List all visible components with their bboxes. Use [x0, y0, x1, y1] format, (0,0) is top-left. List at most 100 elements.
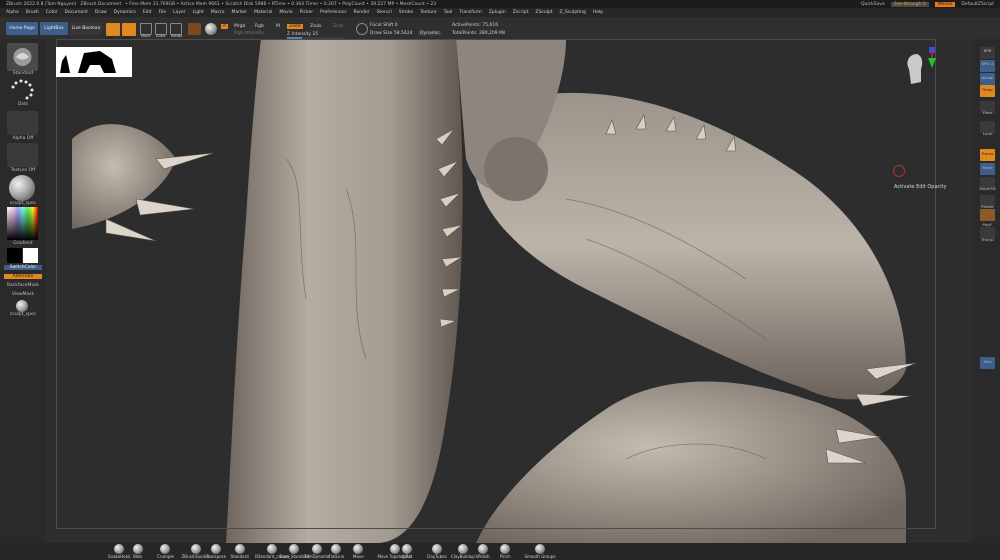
polyf-button[interactable]	[980, 209, 995, 221]
brush-slot[interactable]: SnakeHook	[108, 543, 130, 559]
brush-label: ClayTubes	[426, 554, 447, 559]
brush-label: Crumple	[157, 554, 174, 559]
main-color-swatch[interactable]	[7, 248, 22, 263]
rgb-toggle[interactable]: Rgb	[255, 24, 264, 29]
brush-slot[interactable]: TrimDynamic	[304, 543, 330, 559]
persp-label: Persp	[982, 87, 993, 92]
menu-dynamics[interactable]: Dynamics	[114, 10, 136, 15]
zsub-toggle[interactable]: Zsub	[310, 24, 321, 29]
zoom3d-label: Zoom3D	[979, 186, 996, 191]
menu-transform[interactable]: Transform	[459, 10, 481, 15]
texture-thumbnail[interactable]	[7, 143, 38, 167]
brush-name: Standard	[12, 71, 34, 76]
canvas-viewport[interactable]: Activate Edit Opacity	[46, 39, 973, 543]
live-boolean-button[interactable]: Live Boolean	[70, 22, 102, 35]
menu-stroke[interactable]: Stroke	[399, 10, 413, 15]
edit-button[interactable]	[106, 23, 120, 36]
reference-thumbnail	[56, 47, 132, 77]
memory-stats: • Free Mem 31.769GB • Active Mem 9661 • …	[125, 1, 437, 7]
draw-button[interactable]	[122, 23, 136, 36]
menu-picker[interactable]: Picker	[300, 10, 313, 15]
material-swatch[interactable]	[188, 23, 201, 35]
brush-slot[interactable]: ClayTubes	[427, 543, 447, 559]
default-zscript[interactable]: DefaultZScript	[961, 2, 994, 7]
a-toggle[interactable]: A	[221, 24, 229, 29]
brush-slot[interactable]: Inflat	[402, 543, 412, 559]
alpha-thumbnail[interactable]	[7, 111, 38, 135]
menu-stencil[interactable]: Stencil	[377, 10, 392, 15]
brush-slot[interactable]: Pinch	[500, 543, 511, 559]
brush-slot[interactable]: Move	[353, 543, 364, 559]
brush-slot[interactable]: Transpose	[206, 543, 226, 559]
alternate-button[interactable]: Alternate	[4, 274, 42, 279]
menu-z-sculpting[interactable]: Z_Sculpting	[560, 10, 586, 15]
m-toggle[interactable]: M	[276, 24, 280, 29]
bpr-label: BPR	[983, 48, 992, 53]
color-picker[interactable]	[7, 207, 38, 240]
stroke-thumbnail[interactable]	[7, 77, 38, 105]
activate-edit-opacity-label: Activate Edit Opacity	[894, 184, 947, 190]
menu-bar: Alpha Brush Color Document Draw Dynamics Edit F…	[0, 8, 1000, 17]
menu-brush[interactable]: Brush	[26, 10, 39, 15]
menu-document[interactable]: Document	[65, 10, 88, 15]
dynamic-button[interactable]: Dynamic	[418, 31, 442, 36]
menus-toggle[interactable]: Menus	[934, 1, 956, 7]
zcut-toggle[interactable]: Zcut	[333, 24, 343, 29]
brush-shelf: SnakeHook Blob Crumple ZBrushGuides Transpos…	[0, 543, 1000, 560]
menu-macro[interactable]: Macro	[211, 10, 225, 15]
menu-alpha[interactable]: Alpha	[6, 10, 19, 15]
brush-slot[interactable]: Crumple	[157, 543, 174, 559]
menu-marker[interactable]: Marker	[232, 10, 248, 15]
brush-slot[interactable]: Standard	[231, 543, 249, 559]
gradient-label: Gradient	[13, 241, 33, 246]
material-sphere[interactable]	[9, 175, 35, 201]
draw-size-slider[interactable]: Draw Size 58.5424	[370, 31, 412, 36]
rgb-intensity-slider[interactable]: Rgb Intensity	[234, 31, 264, 36]
secondary-color-swatch[interactable]	[23, 248, 38, 263]
brush-slot[interactable]: Blob	[132, 543, 143, 559]
menu-light[interactable]: Light	[193, 10, 204, 15]
actual-label: Actual	[981, 75, 994, 80]
focal-icon	[356, 23, 368, 35]
lightbox-button[interactable]: LightBox	[40, 22, 68, 35]
brush-label: hPolish	[475, 554, 490, 559]
navigation-gizmo-icon[interactable]	[891, 44, 939, 99]
zadd-toggle[interactable]: Zadd	[287, 24, 303, 29]
brush-icon	[353, 544, 364, 554]
menu-zsculpt[interactable]: ZSculpt	[535, 10, 552, 15]
focal-shift-slider[interactable]: Focal Shift 0	[370, 23, 398, 28]
menu-tool[interactable]: Tool	[444, 10, 453, 15]
brush-icon	[132, 544, 143, 554]
brush-icon	[500, 544, 511, 554]
see-through-slider[interactable]: See-through 0	[890, 1, 929, 7]
menu-help[interactable]: Help	[593, 10, 603, 15]
total-points: TotalPoints: 280,209 Mil	[452, 31, 506, 36]
menu-render[interactable]: Render	[354, 10, 370, 15]
quicksave-button[interactable]: QuickSave	[861, 2, 885, 7]
menu-movie[interactable]: Movie	[279, 10, 292, 15]
menu-draw[interactable]: Draw	[95, 10, 107, 15]
menu-edit[interactable]: Edit	[143, 10, 152, 15]
move-label: Move	[141, 34, 151, 38]
switch-color-button[interactable]: SwitchColor	[4, 265, 42, 270]
brush-slot[interactable]: FlatLine	[329, 543, 344, 559]
brush-slot[interactable]: hPolish	[476, 543, 490, 559]
brush-slot[interactable]: ClayBuildup	[451, 543, 475, 559]
menu-zplugin[interactable]: Zplugin	[489, 10, 506, 15]
brush-label: Pinch	[500, 554, 511, 559]
menu-color[interactable]: Color	[46, 10, 58, 15]
menu-zscript[interactable]: Zscript	[513, 10, 529, 15]
brush-slot[interactable]: Smooth Groups	[525, 543, 555, 559]
menu-layer[interactable]: Layer	[173, 10, 186, 15]
brush-swatch-icon[interactable]	[205, 23, 217, 35]
menu-texture[interactable]: Texture	[420, 10, 436, 15]
menu-preferences[interactable]: Preferences	[320, 10, 346, 15]
mrgb-toggle[interactable]: Mrgb	[234, 24, 245, 29]
viewmask-toggle[interactable]: ViewMask	[4, 292, 42, 297]
home-page-button[interactable]: Home Page	[6, 22, 38, 35]
menu-material[interactable]: Material	[254, 10, 272, 15]
menu-file[interactable]: File	[159, 10, 167, 15]
backface-mask-toggle[interactable]: BackfaceMask	[4, 283, 42, 288]
current-brush-thumbnail[interactable]	[7, 43, 38, 71]
secondary-material-sphere[interactable]	[16, 300, 28, 312]
